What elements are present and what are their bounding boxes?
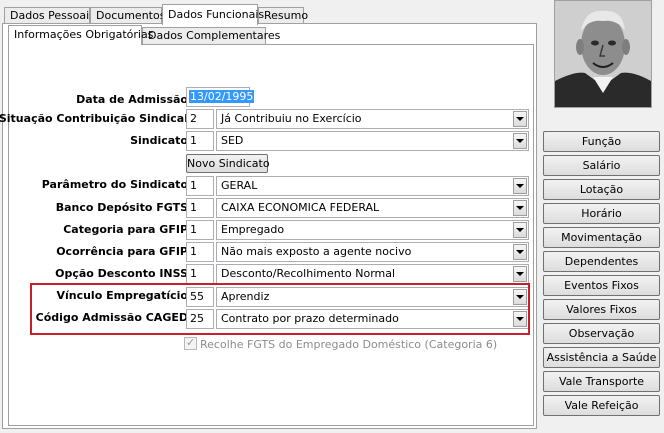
parametro-sindicato-select[interactable]: GERAL <box>216 176 529 196</box>
vale-transporte-button[interactable]: Vale Transporte <box>543 371 660 392</box>
banco-fgts-code[interactable]: 1 <box>186 198 214 218</box>
categoria-gfip-code[interactable]: 1 <box>186 220 214 240</box>
situacao-contribuicao-label: Situação Contribuição Sindical <box>0 112 188 125</box>
parametro-sindicato-code[interactable]: 1 <box>186 176 214 196</box>
checkbox-icon[interactable] <box>184 335 197 351</box>
categoria-gfip-select[interactable]: Empregado <box>216 220 529 240</box>
chevron-down-icon[interactable] <box>513 133 527 149</box>
observacao-button[interactable]: Observação <box>543 323 660 344</box>
salario-button[interactable]: Salário <box>543 155 660 176</box>
dependentes-button[interactable]: Dependentes <box>543 251 660 272</box>
vinculo-code[interactable]: 55 <box>186 287 214 307</box>
lotacao-button[interactable]: Lotação <box>543 179 660 200</box>
situacao-contribuicao-code[interactable]: 2 <box>186 109 214 129</box>
opcao-inss-code[interactable]: 1 <box>186 264 214 284</box>
chevron-down-icon[interactable] <box>513 289 527 305</box>
vinculo-label: Vínculo Empregatício <box>56 289 188 302</box>
portrait-image <box>555 1 651 107</box>
caged-code[interactable]: 25 <box>186 309 214 329</box>
situacao-contribuicao-select[interactable]: Já Contribuiu no Exercício <box>216 109 529 129</box>
chevron-down-icon[interactable] <box>513 200 527 216</box>
vale-refeicao-button[interactable]: Vale Refeição <box>543 395 660 416</box>
tab-documentos[interactable]: Documentos <box>90 7 165 24</box>
chevron-down-icon[interactable] <box>513 111 527 127</box>
movimentacao-button[interactable]: Movimentação <box>543 227 660 248</box>
caged-label: Código Admissão CAGED <box>35 311 188 324</box>
valores-fixos-button[interactable]: Valores Fixos <box>543 299 660 320</box>
sindicato-label: Sindicato <box>130 134 188 147</box>
recolhe-fgts-label: Recolhe FGTS do Empregado Doméstico (Cat… <box>200 338 498 351</box>
informacoes-obrigatorias-panel: Data de Admissão 13/02/1995 Situação Con… <box>0 44 534 426</box>
chevron-down-icon[interactable] <box>513 178 527 194</box>
tab-dados-pessoais[interactable]: Dados Pessoais <box>4 7 95 24</box>
employee-photo <box>554 0 652 108</box>
dados-funcionais-panel: Informações Obrigatórias Dados Complemen… <box>0 23 537 429</box>
sindicato-select[interactable]: SED <box>216 131 529 151</box>
horario-button[interactable]: Horário <box>543 203 660 224</box>
banco-fgts-select[interactable]: CAIXA ECONOMICA FEDERAL <box>216 198 529 218</box>
chevron-down-icon[interactable] <box>513 311 527 327</box>
assistencia-saude-button[interactable]: Assistência a Saúde <box>543 347 660 368</box>
funcao-button[interactable]: Função <box>543 131 660 152</box>
sindicato-code[interactable]: 1 <box>186 131 214 151</box>
opcao-inss-label: Opção Desconto INSS <box>55 267 188 280</box>
tab-resumo[interactable]: Resumo <box>258 7 308 24</box>
eventos-fixos-button[interactable]: Eventos Fixos <box>543 275 660 296</box>
novo-sindicato-button[interactable]: Novo Sindicato <box>186 154 270 173</box>
chevron-down-icon[interactable] <box>513 222 527 238</box>
chevron-down-icon[interactable] <box>513 244 527 260</box>
categoria-gfip-label: Categoria para GFIP <box>63 223 188 236</box>
banco-fgts-label: Banco Depósito FGTS <box>55 201 188 214</box>
opcao-inss-select[interactable]: Desconto/Recolhimento Normal <box>216 264 529 284</box>
tab-informacoes-obrigatorias[interactable]: Informações Obrigatórias <box>8 25 153 45</box>
chevron-down-icon[interactable] <box>513 266 527 282</box>
data-admissao-input[interactable]: 13/02/1995 <box>186 87 255 107</box>
ocorrencia-gfip-select[interactable]: Não mais exposto a agente nocivo <box>216 242 529 262</box>
data-admissao-label: Data de Admissão <box>76 93 188 106</box>
caged-select[interactable]: Contrato por prazo determinado <box>216 309 529 329</box>
parametro-sindicato-label: Parâmetro do Sindicato <box>41 178 188 191</box>
recolhe-fgts-checkbox[interactable]: Recolhe FGTS do Empregado Doméstico (Cat… <box>184 335 498 353</box>
tab-dados-funcionais[interactable]: Dados Funcionais <box>162 4 264 25</box>
tab-dados-complementares[interactable]: Dados Complementares <box>142 27 280 44</box>
ocorrencia-gfip-label: Ocorrência para GFIP <box>56 245 188 258</box>
ocorrencia-gfip-code[interactable]: 1 <box>186 242 214 262</box>
vinculo-select[interactable]: Aprendiz <box>216 287 529 307</box>
